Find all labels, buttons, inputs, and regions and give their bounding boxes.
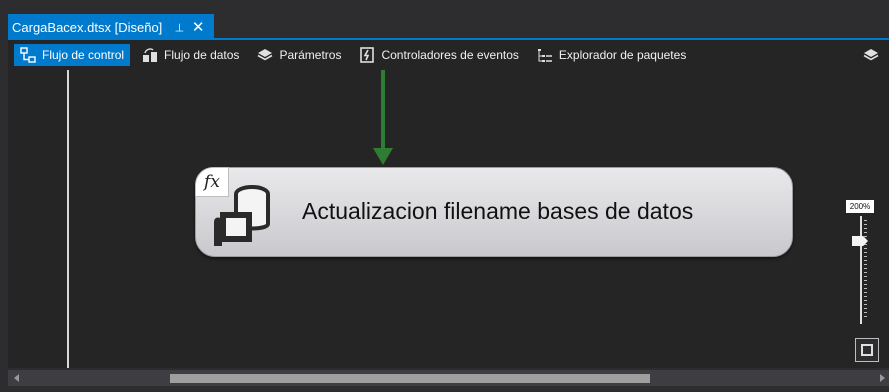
execute-sql-task-icon [214, 185, 270, 246]
design-surface[interactable]: fx Actualizacion filename bases de datos [8, 70, 889, 368]
data-flow-icon [143, 48, 158, 62]
document-tab-strip: CargaBacex.dtsx [Diseño] ⊣ ✕ [8, 14, 889, 40]
package-explorer-icon [537, 49, 552, 62]
document-tab[interactable]: CargaBacex.dtsx [Diseño] ⊣ ✕ [8, 14, 214, 40]
tab-control-flow[interactable]: Flujo de control [14, 44, 131, 66]
precedence-constraint-arrowhead [373, 148, 393, 165]
designer-window: CargaBacex.dtsx [Diseño] ⊣ ✕ Flujo de co… [0, 0, 889, 392]
zoom-to-fit-button[interactable] [855, 338, 879, 362]
scroll-left-icon[interactable] [14, 374, 19, 382]
zoom-ticks [864, 220, 867, 320]
scroll-right-icon[interactable] [880, 374, 885, 382]
tab-data-flow[interactable]: Flujo de datos [136, 44, 245, 66]
close-icon[interactable]: ✕ [192, 20, 205, 35]
tab-package-explorer[interactable]: Explorador de paquetes [531, 44, 692, 66]
tab-parameters[interactable]: Parámetros [251, 44, 347, 66]
control-flow-icon [20, 47, 36, 63]
scrollbar-thumb[interactable] [170, 374, 650, 383]
tab-label: Flujo de datos [164, 48, 240, 62]
task-label: Actualizacion filename bases de datos [302, 198, 694, 224]
tab-event-handlers[interactable]: Controladores de eventos [353, 44, 524, 66]
zoom-level-label: 200% [846, 200, 874, 213]
tab-label: Controladores de eventos [381, 48, 519, 62]
canvas-guide-line [67, 70, 69, 368]
event-handlers-icon [360, 47, 375, 63]
fit-icon [861, 344, 873, 356]
horizontal-scrollbar[interactable] [8, 370, 889, 386]
tab-label: Parámetros [279, 48, 342, 62]
execute-sql-task[interactable]: fx Actualizacion filename bases de datos [195, 167, 793, 257]
tab-label: Explorador de paquetes [558, 48, 687, 62]
toolbox-icon[interactable] [863, 47, 879, 63]
designer-toolbar: Flujo de control Flujo de datos Parámetr… [8, 40, 889, 70]
parameters-icon [258, 49, 273, 61]
zoom-track[interactable] [860, 216, 862, 324]
zoom-slider[interactable]: 200% [846, 200, 876, 330]
document-tab-title: CargaBacex.dtsx [Diseño] [12, 19, 163, 35]
precedence-constraint-line[interactable] [381, 70, 385, 150]
tab-label: Flujo de control [42, 48, 125, 62]
pin-icon[interactable]: ⊣ [173, 22, 186, 32]
